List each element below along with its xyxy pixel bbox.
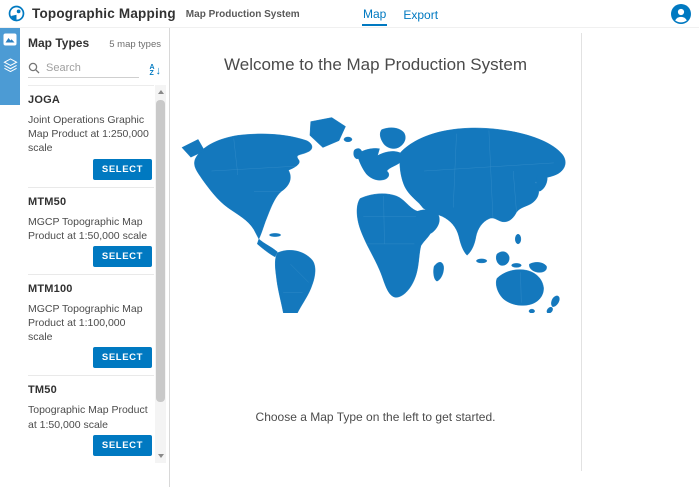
tool-rail <box>0 28 20 487</box>
app-title: Topographic Mapping <box>32 6 176 21</box>
map-type-description: MGCP Topographic Map Product at 1:50,000… <box>28 215 152 243</box>
app-logo-globe-icon <box>8 5 25 22</box>
map-type-description: MGCP Topographic Map Product at 1:100,00… <box>28 302 152 345</box>
sort-az-icon[interactable]: AZ ↓ <box>149 65 161 77</box>
map-type-list: JOGA Joint Operations Graphic Map Produc… <box>28 85 154 463</box>
search-icon <box>28 62 40 74</box>
nav-tab-export[interactable]: Export <box>402 3 439 25</box>
sidebar-panel: Map Types 5 map types AZ ↓ <box>20 28 169 487</box>
map-type-description: Topographic Map Product at 1:50,000 scal… <box>28 403 152 431</box>
welcome-heading: Welcome to the Map Production System <box>170 55 581 75</box>
map-types-sidebar: Map Types 5 map types AZ ↓ <box>0 28 170 487</box>
top-nav: Map Export <box>362 0 439 28</box>
layers-icon[interactable] <box>3 58 18 72</box>
content-row: Map Types 5 map types AZ ↓ <box>0 28 699 487</box>
tool-rail-block <box>0 28 20 105</box>
search-input[interactable] <box>46 62 126 74</box>
map-preview-icon[interactable] <box>3 33 17 46</box>
map-type-name: MTM100 <box>28 283 152 295</box>
world-map-graphic <box>173 110 578 313</box>
nav-tab-map[interactable]: Map <box>362 2 387 26</box>
list-scrollbar[interactable] <box>155 85 166 463</box>
scrollbar-thumb[interactable] <box>156 100 165 402</box>
list-item-mtm50: MTM50 MGCP Topographic Map Product at 1:… <box>28 188 154 275</box>
sidebar-header: Map Types 5 map types <box>28 36 169 50</box>
map-type-name: JOGA <box>28 94 152 106</box>
select-button-tm50[interactable]: SELECT <box>93 435 152 456</box>
select-button-mtm100[interactable]: SELECT <box>93 347 152 368</box>
user-avatar-icon[interactable] <box>671 4 691 24</box>
select-button-joga[interactable]: SELECT <box>93 159 152 180</box>
map-type-name: MTM50 <box>28 196 152 208</box>
app-window: Topographic Mapping Map Production Syste… <box>0 0 699 487</box>
map-type-count: 5 map types <box>109 39 161 50</box>
list-item-tm50: TM50 Topographic Map Product at 1:50,000… <box>28 376 154 463</box>
search-row: AZ ↓ <box>28 62 169 78</box>
instruction-text: Choose a Map Type on the left to get sta… <box>170 410 581 424</box>
main-panel: Welcome to the Map Production System <box>170 28 699 487</box>
panel-divider <box>581 33 582 471</box>
search-box <box>28 62 139 78</box>
map-type-description: Joint Operations Graphic Map Product at … <box>28 113 152 156</box>
app-header: Topographic Mapping Map Production Syste… <box>0 0 699 28</box>
scroll-up-icon[interactable] <box>155 85 166 99</box>
list-item-mtm100: MTM100 MGCP Topographic Map Product at 1… <box>28 275 154 377</box>
scroll-down-icon[interactable] <box>155 449 166 463</box>
map-type-name: TM50 <box>28 384 152 396</box>
select-button-mtm50[interactable]: SELECT <box>93 246 152 267</box>
app-subtitle: Map Production System <box>186 9 300 20</box>
panel-title: Map Types <box>28 36 89 50</box>
list-item-joga: JOGA Joint Operations Graphic Map Produc… <box>28 86 154 188</box>
